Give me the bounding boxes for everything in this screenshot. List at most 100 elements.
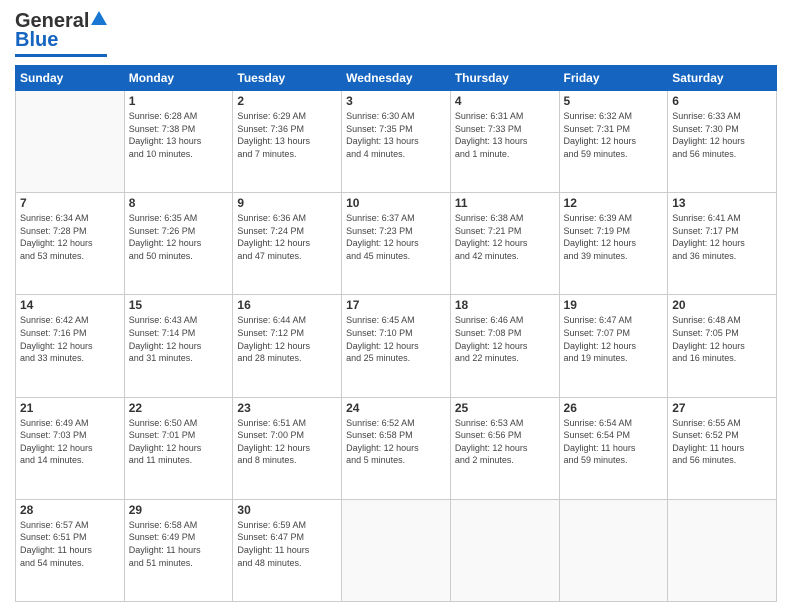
table-row: 7 Sunrise: 6:34 AM Sunset: 7:28 PM Daylig… bbox=[16, 193, 125, 295]
col-saturday: Saturday bbox=[668, 66, 777, 91]
day-info: Sunrise: 6:46 AM Sunset: 7:08 PM Dayligh… bbox=[455, 314, 555, 364]
day-number: 16 bbox=[237, 298, 337, 312]
day-number: 17 bbox=[346, 298, 446, 312]
table-row: 5 Sunrise: 6:32 AM Sunset: 7:31 PM Daylig… bbox=[559, 91, 668, 193]
day-number: 7 bbox=[20, 196, 120, 210]
day-info: Sunrise: 6:33 AM Sunset: 7:30 PM Dayligh… bbox=[672, 110, 772, 160]
calendar-week-row: 28Sunrise: 6:57 AM Sunset: 6:51 PM Dayli… bbox=[16, 499, 777, 601]
day-info: Sunrise: 6:44 AM Sunset: 7:12 PM Dayligh… bbox=[237, 314, 337, 364]
table-row: 4 Sunrise: 6:31 AM Sunset: 7:33 PM Daylig… bbox=[450, 91, 559, 193]
day-number: 12 bbox=[564, 196, 664, 210]
day-info: Sunrise: 6:59 AM Sunset: 6:47 PM Dayligh… bbox=[237, 519, 337, 569]
table-row: 9 Sunrise: 6:36 AM Sunset: 7:24 PM Daylig… bbox=[233, 193, 342, 295]
day-number: 27 bbox=[672, 401, 772, 415]
table-row bbox=[16, 91, 125, 193]
table-row: 29Sunrise: 6:58 AM Sunset: 6:49 PM Dayli… bbox=[124, 499, 233, 601]
logo: General Blue bbox=[15, 10, 107, 57]
day-number: 2 bbox=[237, 94, 337, 108]
calendar-table: Sunday Monday Tuesday Wednesday Thursday… bbox=[15, 65, 777, 602]
calendar-week-row: 21 Sunrise: 6:49 AM Sunset: 7:03 PM Dayli… bbox=[16, 397, 777, 499]
day-info: Sunrise: 6:42 AM Sunset: 7:16 PM Dayligh… bbox=[20, 314, 120, 364]
calendar-week-row: 1Sunrise: 6:28 AM Sunset: 7:38 PM Daylig… bbox=[16, 91, 777, 193]
day-number: 13 bbox=[672, 196, 772, 210]
day-info: Sunrise: 6:30 AM Sunset: 7:35 PM Dayligh… bbox=[346, 110, 446, 160]
day-info: Sunrise: 6:38 AM Sunset: 7:21 PM Dayligh… bbox=[455, 212, 555, 262]
table-row: 6 Sunrise: 6:33 AM Sunset: 7:30 PM Daylig… bbox=[668, 91, 777, 193]
day-number: 24 bbox=[346, 401, 446, 415]
table-row: 19 Sunrise: 6:47 AM Sunset: 7:07 PM Dayli… bbox=[559, 295, 668, 397]
logo-triangle-icon bbox=[91, 9, 107, 29]
table-row: 28Sunrise: 6:57 AM Sunset: 6:51 PM Dayli… bbox=[16, 499, 125, 601]
table-row: 27Sunrise: 6:55 AM Sunset: 6:52 PM Dayli… bbox=[668, 397, 777, 499]
col-tuesday: Tuesday bbox=[233, 66, 342, 91]
day-info: Sunrise: 6:36 AM Sunset: 7:24 PM Dayligh… bbox=[237, 212, 337, 262]
day-number: 9 bbox=[237, 196, 337, 210]
day-number: 23 bbox=[237, 401, 337, 415]
day-number: 20 bbox=[672, 298, 772, 312]
day-info: Sunrise: 6:34 AM Sunset: 7:28 PM Dayligh… bbox=[20, 212, 120, 262]
col-friday: Friday bbox=[559, 66, 668, 91]
day-number: 4 bbox=[455, 94, 555, 108]
table-row: 15 Sunrise: 6:43 AM Sunset: 7:14 PM Dayli… bbox=[124, 295, 233, 397]
table-row: 22Sunrise: 6:50 AM Sunset: 7:01 PM Dayli… bbox=[124, 397, 233, 499]
calendar-header-row: Sunday Monday Tuesday Wednesday Thursday… bbox=[16, 66, 777, 91]
table-row: 2 Sunrise: 6:29 AM Sunset: 7:36 PM Daylig… bbox=[233, 91, 342, 193]
day-number: 25 bbox=[455, 401, 555, 415]
day-number: 19 bbox=[564, 298, 664, 312]
day-info: Sunrise: 6:29 AM Sunset: 7:36 PM Dayligh… bbox=[237, 110, 337, 160]
table-row: 24 Sunrise: 6:52 AM Sunset: 6:58 PM Dayli… bbox=[342, 397, 451, 499]
day-number: 26 bbox=[564, 401, 664, 415]
day-info: Sunrise: 6:57 AM Sunset: 6:51 PM Dayligh… bbox=[20, 519, 120, 569]
table-row: 10Sunrise: 6:37 AM Sunset: 7:23 PM Dayli… bbox=[342, 193, 451, 295]
day-info: Sunrise: 6:41 AM Sunset: 7:17 PM Dayligh… bbox=[672, 212, 772, 262]
day-info: Sunrise: 6:31 AM Sunset: 7:33 PM Dayligh… bbox=[455, 110, 555, 160]
calendar-week-row: 7 Sunrise: 6:34 AM Sunset: 7:28 PM Daylig… bbox=[16, 193, 777, 295]
day-number: 8 bbox=[129, 196, 229, 210]
table-row: 30 Sunrise: 6:59 AM Sunset: 6:47 PM Dayli… bbox=[233, 499, 342, 601]
day-number: 6 bbox=[672, 94, 772, 108]
day-number: 15 bbox=[129, 298, 229, 312]
day-number: 14 bbox=[20, 298, 120, 312]
table-row: 18Sunrise: 6:46 AM Sunset: 7:08 PM Dayli… bbox=[450, 295, 559, 397]
header: General Blue bbox=[15, 10, 777, 57]
day-info: Sunrise: 6:52 AM Sunset: 6:58 PM Dayligh… bbox=[346, 417, 446, 467]
day-number: 1 bbox=[129, 94, 229, 108]
day-info: Sunrise: 6:53 AM Sunset: 6:56 PM Dayligh… bbox=[455, 417, 555, 467]
day-info: Sunrise: 6:51 AM Sunset: 7:00 PM Dayligh… bbox=[237, 417, 337, 467]
day-info: Sunrise: 6:32 AM Sunset: 7:31 PM Dayligh… bbox=[564, 110, 664, 160]
col-thursday: Thursday bbox=[450, 66, 559, 91]
day-info: Sunrise: 6:43 AM Sunset: 7:14 PM Dayligh… bbox=[129, 314, 229, 364]
day-info: Sunrise: 6:47 AM Sunset: 7:07 PM Dayligh… bbox=[564, 314, 664, 364]
table-row: 14 Sunrise: 6:42 AM Sunset: 7:16 PM Dayli… bbox=[16, 295, 125, 397]
day-number: 30 bbox=[237, 503, 337, 517]
table-row bbox=[450, 499, 559, 601]
day-info: Sunrise: 6:49 AM Sunset: 7:03 PM Dayligh… bbox=[20, 417, 120, 467]
table-row: 11Sunrise: 6:38 AM Sunset: 7:21 PM Dayli… bbox=[450, 193, 559, 295]
table-row: 26Sunrise: 6:54 AM Sunset: 6:54 PM Dayli… bbox=[559, 397, 668, 499]
day-number: 5 bbox=[564, 94, 664, 108]
day-number: 3 bbox=[346, 94, 446, 108]
table-row: 13 Sunrise: 6:41 AM Sunset: 7:17 PM Dayli… bbox=[668, 193, 777, 295]
table-row: 25 Sunrise: 6:53 AM Sunset: 6:56 PM Dayli… bbox=[450, 397, 559, 499]
calendar-week-row: 14 Sunrise: 6:42 AM Sunset: 7:16 PM Dayli… bbox=[16, 295, 777, 397]
logo-line bbox=[15, 54, 107, 57]
table-row: 23 Sunrise: 6:51 AM Sunset: 7:00 PM Dayli… bbox=[233, 397, 342, 499]
table-row: 1Sunrise: 6:28 AM Sunset: 7:38 PM Daylig… bbox=[124, 91, 233, 193]
day-info: Sunrise: 6:37 AM Sunset: 7:23 PM Dayligh… bbox=[346, 212, 446, 262]
col-sunday: Sunday bbox=[16, 66, 125, 91]
day-info: Sunrise: 6:35 AM Sunset: 7:26 PM Dayligh… bbox=[129, 212, 229, 262]
table-row bbox=[559, 499, 668, 601]
day-number: 21 bbox=[20, 401, 120, 415]
day-number: 29 bbox=[129, 503, 229, 517]
day-info: Sunrise: 6:48 AM Sunset: 7:05 PM Dayligh… bbox=[672, 314, 772, 364]
table-row bbox=[668, 499, 777, 601]
logo-blue: Blue bbox=[15, 29, 58, 52]
table-row: 8 Sunrise: 6:35 AM Sunset: 7:26 PM Daylig… bbox=[124, 193, 233, 295]
day-info: Sunrise: 6:39 AM Sunset: 7:19 PM Dayligh… bbox=[564, 212, 664, 262]
table-row: 21 Sunrise: 6:49 AM Sunset: 7:03 PM Dayli… bbox=[16, 397, 125, 499]
col-wednesday: Wednesday bbox=[342, 66, 451, 91]
table-row: 16 Sunrise: 6:44 AM Sunset: 7:12 PM Dayli… bbox=[233, 295, 342, 397]
table-row: 17Sunrise: 6:45 AM Sunset: 7:10 PM Dayli… bbox=[342, 295, 451, 397]
table-row bbox=[342, 499, 451, 601]
table-row: 3 Sunrise: 6:30 AM Sunset: 7:35 PM Daylig… bbox=[342, 91, 451, 193]
